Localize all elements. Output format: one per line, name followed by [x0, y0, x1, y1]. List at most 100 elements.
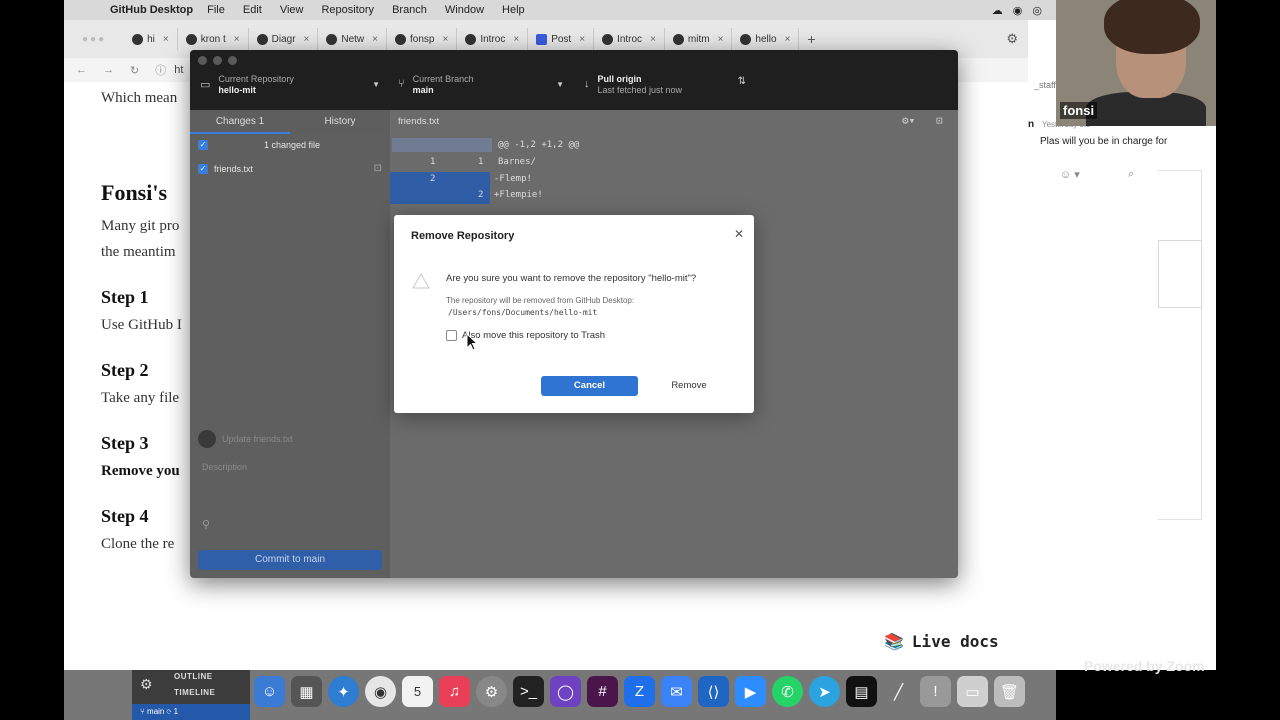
chat-attachment-card[interactable] — [1158, 240, 1202, 308]
menubar-item-file[interactable]: File — [207, 4, 225, 16]
close-icon[interactable]: × — [372, 34, 378, 45]
downloads-icon[interactable]: ▭ — [957, 676, 988, 707]
added-line-gutter[interactable] — [390, 188, 490, 204]
close-icon[interactable]: × — [718, 34, 724, 45]
search-icon[interactable]: ⌕ — [1128, 168, 1134, 181]
finder-icon[interactable]: ☺ — [254, 676, 285, 707]
removed-line-gutter[interactable] — [390, 172, 490, 188]
close-icon[interactable]: × — [304, 34, 310, 45]
select-all-checkbox[interactable]: ✓ — [198, 140, 208, 150]
timeline-label[interactable]: TIMELINE — [174, 688, 215, 697]
browser-tab[interactable]: Netw × — [318, 28, 388, 50]
file-checkbox[interactable]: ✓ — [198, 163, 208, 174]
window-controls[interactable]: ●●● — [82, 34, 106, 45]
close-icon[interactable]: × — [785, 34, 791, 45]
zoom-window-icon[interactable] — [228, 56, 237, 65]
cancel-button[interactable]: Cancel — [541, 376, 638, 396]
browser-tab[interactable]: mitm × — [665, 28, 733, 50]
close-window-icon[interactable] — [198, 56, 207, 65]
browser-tab[interactable]: kron t × — [178, 28, 249, 50]
window-controls[interactable] — [198, 56, 237, 65]
zotero-icon[interactable]: Z — [624, 676, 655, 707]
forward-icon[interactable]: → — [103, 64, 114, 76]
chrome-icon[interactable]: ◉ — [365, 676, 396, 707]
launchpad-icon[interactable]: ▦ — [291, 676, 322, 707]
close-icon[interactable]: × — [650, 34, 656, 45]
close-icon[interactable]: × — [579, 34, 585, 45]
minimize-window-icon[interactable] — [213, 56, 222, 65]
github-desktop-icon[interactable]: ◯ — [550, 676, 581, 707]
expand-icon[interactable]: ⊡ — [936, 114, 943, 127]
extensions-icon[interactable]: ⚙ — [1006, 31, 1018, 47]
move-to-trash-label[interactable]: Also move this repository to Trash — [462, 330, 605, 341]
reload-icon[interactable]: ↻ — [130, 64, 139, 77]
zoom-icon[interactable]: ▶ — [735, 676, 766, 707]
menubar-item-repository[interactable]: Repository — [321, 4, 374, 16]
file-list-item[interactable]: ✓ friends.txt ⊡ — [198, 163, 382, 174]
cloud-icon[interactable]: ☁ — [992, 4, 1003, 17]
live-docs-button[interactable]: 📚 Live docs — [884, 632, 999, 651]
current-repository-selector[interactable]: ▭ Current Repository hello-mit ▼ — [200, 74, 380, 108]
slack-icon[interactable]: # — [587, 676, 618, 707]
current-branch-selector[interactable]: ⑂ Current Branch main ▼ — [398, 74, 564, 108]
gear-icon[interactable]: ⚙ — [140, 676, 153, 693]
record-icon[interactable]: ◉ — [1013, 4, 1023, 17]
pull-origin-button[interactable]: ↓ Pull origin Last fetched just now ⇅ — [584, 74, 754, 108]
mail-icon[interactable]: ✉ — [661, 676, 692, 707]
changes-sidebar: ✓ 1 changed file ✓ friends.txt ⊡ Update … — [190, 134, 390, 578]
url-field[interactable]: ht — [174, 64, 183, 76]
preview-icon[interactable]: ! — [920, 676, 951, 707]
close-icon[interactable]: × — [513, 34, 519, 45]
chevron-down-icon: ▼ — [372, 80, 380, 89]
telegram-icon[interactable]: ➤ — [809, 676, 840, 707]
github-icon — [672, 33, 684, 45]
music-icon[interactable]: ♫ — [439, 676, 470, 707]
menubar-item-window[interactable]: Window — [445, 4, 484, 16]
trash-icon[interactable]: 🗑 — [994, 676, 1025, 707]
hunk-expand-gutter[interactable] — [392, 138, 492, 152]
commit-button[interactable]: Commit to main — [198, 550, 382, 570]
emoji-reaction-icon[interactable]: ☺ ▾ — [1060, 168, 1080, 181]
browser-tab[interactable]: Post × — [528, 28, 595, 50]
menubar-item-branch[interactable]: Branch — [392, 4, 427, 16]
browser-tab[interactable]: Introc × — [457, 28, 529, 50]
safari-icon[interactable]: ✦ — [328, 676, 359, 707]
close-icon[interactable]: × — [163, 34, 169, 45]
notebook-text: Which mean — [101, 90, 178, 106]
browser-tab[interactable]: fonsp × — [387, 28, 458, 50]
move-to-trash-checkbox[interactable] — [446, 330, 457, 341]
calendar-day: 5 — [413, 684, 422, 699]
diff-settings-icon[interactable]: ⚙▾ — [902, 114, 915, 127]
activity-monitor-icon[interactable]: ▤ — [846, 676, 877, 707]
browser-tab[interactable]: Diagr × — [249, 28, 319, 50]
calendar-icon[interactable]: 5 — [402, 676, 433, 707]
commit-button-label: Commit to main — [254, 554, 325, 565]
control-center-icon[interactable]: ◎ — [1032, 4, 1042, 17]
tab-changes[interactable]: Changes 1 — [190, 110, 290, 134]
info-icon[interactable]: ⓘ — [155, 62, 166, 78]
co-author-icon[interactable]: ⚲ — [202, 518, 210, 531]
commit-description-input[interactable]: Description — [202, 462, 247, 472]
close-icon[interactable]: ✕ — [734, 227, 744, 241]
menubar-item-edit[interactable]: Edit — [243, 4, 262, 16]
menubar-item-help[interactable]: Help — [502, 4, 525, 16]
remove-button[interactable]: Remove — [656, 376, 722, 396]
close-icon[interactable]: × — [442, 34, 448, 45]
menubar-item-view[interactable]: View — [280, 4, 304, 16]
pencil-icon[interactable]: ╱ — [883, 676, 914, 707]
back-icon[interactable]: ← — [76, 64, 87, 76]
menubar-app-name[interactable]: GitHub Desktop — [110, 4, 193, 16]
system-preferences-icon[interactable]: ⚙ — [476, 676, 507, 707]
terminal-icon[interactable]: >_ — [513, 676, 544, 707]
outline-label[interactable]: OUTLINE — [174, 672, 213, 681]
commit-summary-input[interactable]: Update friends.txt — [222, 434, 293, 444]
browser-tab[interactable]: hello × — [732, 28, 800, 50]
status-bar[interactable]: ⑂ main ⟳ 1 — [132, 704, 250, 720]
browser-tab[interactable]: Introc × — [594, 28, 665, 50]
tab-history[interactable]: History — [290, 110, 390, 134]
browser-tab[interactable]: hi × — [124, 28, 178, 50]
whatsapp-icon[interactable]: ✆ — [772, 676, 803, 707]
new-tab-icon[interactable]: + — [807, 31, 815, 47]
close-icon[interactable]: × — [234, 34, 240, 45]
vscode-icon[interactable]: ⟨⟩ — [698, 676, 729, 707]
